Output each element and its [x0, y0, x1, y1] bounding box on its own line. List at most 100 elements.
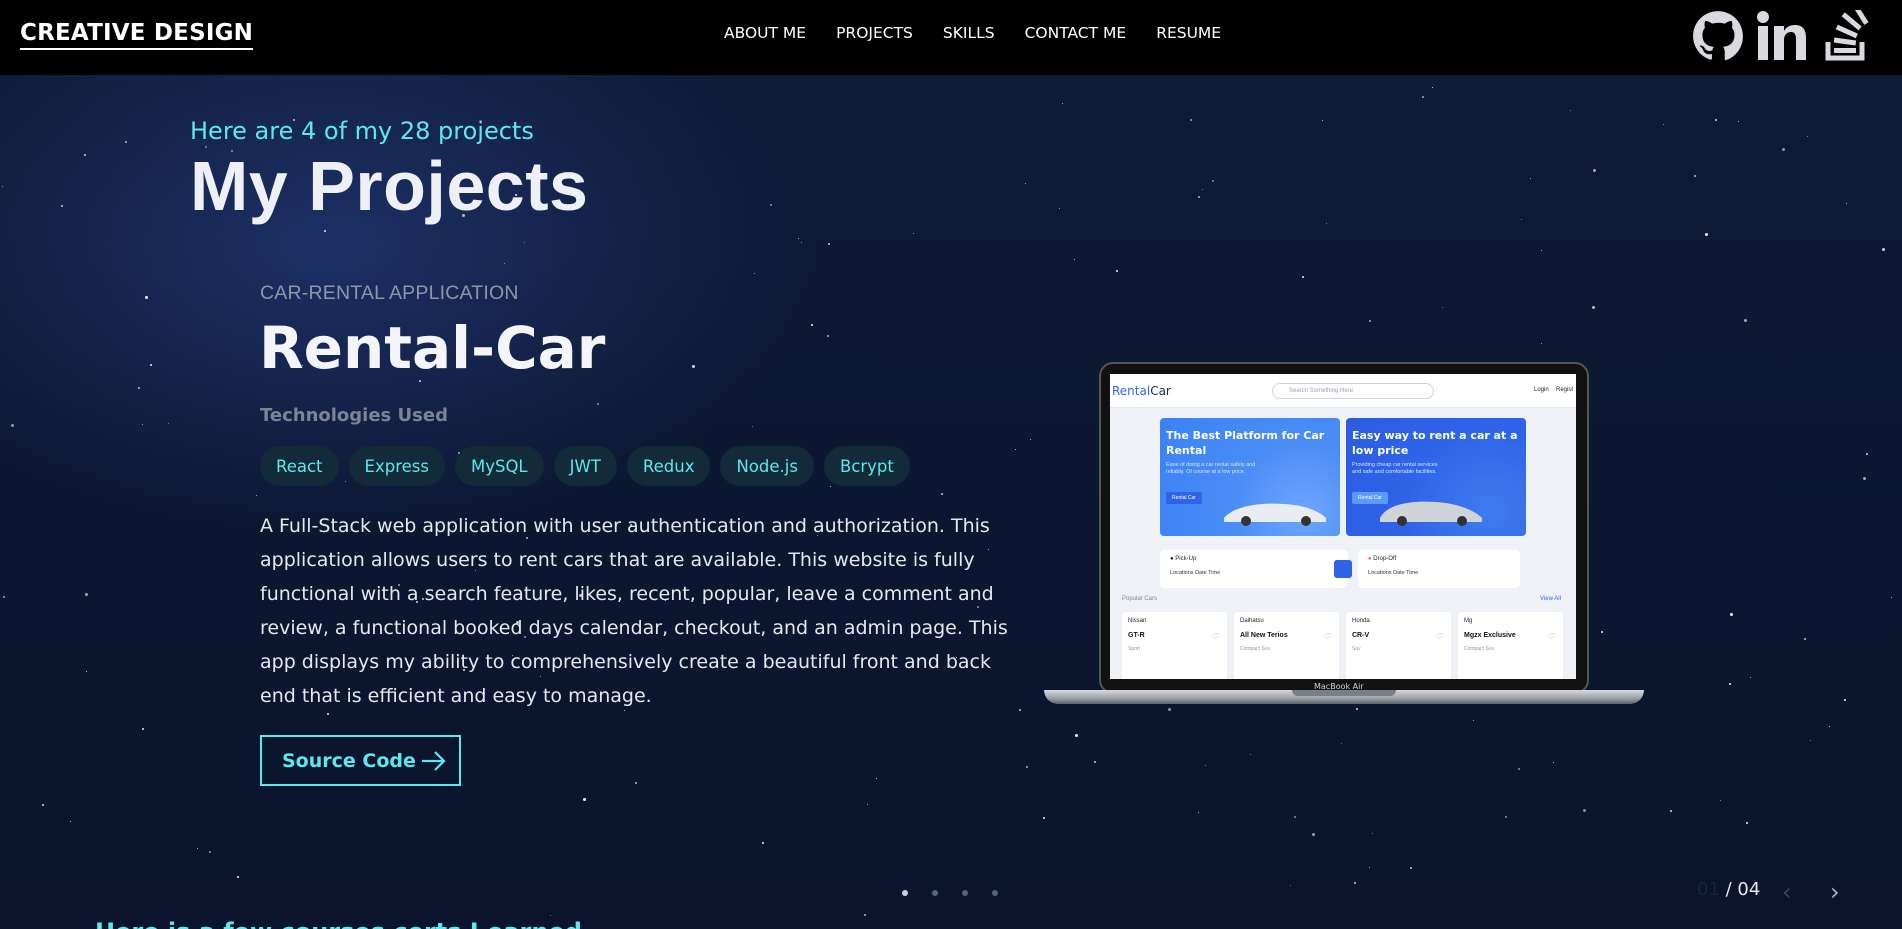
- page-title: My Projects: [190, 147, 589, 225]
- star: [1094, 761, 1096, 763]
- star: [42, 804, 44, 806]
- stack-overflow-icon[interactable]: [1824, 10, 1870, 62]
- star: [1030, 439, 1032, 441]
- star: [1530, 178, 1532, 180]
- star: [827, 335, 829, 337]
- star: [142, 728, 144, 730]
- star: [86, 671, 88, 673]
- star: [85, 593, 88, 596]
- slide-dot-1[interactable]: [902, 890, 908, 896]
- star: [1846, 203, 1848, 205]
- star: [1059, 208, 1061, 210]
- star: [1198, 812, 1200, 814]
- star: [828, 243, 830, 245]
- star: [1882, 248, 1885, 251]
- star: [1026, 766, 1028, 768]
- star: [1250, 754, 1252, 756]
- github-icon[interactable]: [1692, 10, 1744, 62]
- star: [84, 154, 86, 156]
- star: [811, 324, 813, 326]
- main-menu: ABOUT ME PROJECTS SKILLS CONTACT ME RESU…: [724, 24, 1251, 42]
- source-code-button[interactable]: Source Code: [260, 735, 461, 786]
- star: [1432, 87, 1434, 89]
- preview-header: RentalCar Search Something Here Login Re…: [1110, 374, 1576, 408]
- linkedin-icon[interactable]: [1756, 10, 1810, 62]
- tech-tag-jwt: JWT: [553, 446, 617, 486]
- menu-item-about-me[interactable]: ABOUT ME: [724, 24, 806, 42]
- star: [752, 426, 754, 428]
- tech-tag-express: Express: [348, 446, 445, 486]
- star: [830, 486, 832, 488]
- preview-pickup-panel: ● Pick-Up Locations Date Time: [1160, 550, 1348, 588]
- star: [597, 403, 599, 405]
- menu-item-contact-me[interactable]: CONTACT ME: [1025, 24, 1127, 42]
- preview-popular-label: Popular Cars: [1122, 596, 1158, 602]
- star: [1720, 800, 1722, 802]
- star: [1663, 124, 1665, 126]
- star: [1782, 148, 1785, 151]
- star: [1570, 110, 1572, 112]
- star: [1670, 810, 1672, 812]
- star: [142, 424, 144, 426]
- star: [70, 821, 72, 823]
- star: [913, 233, 915, 235]
- star: [1302, 276, 1304, 278]
- star: [1750, 677, 1752, 679]
- star: [3, 596, 5, 598]
- star: [941, 493, 943, 495]
- menu-item-resume[interactable]: RESUME: [1156, 24, 1221, 42]
- star: [1369, 867, 1371, 869]
- star: [1341, 743, 1343, 745]
- star: [770, 204, 772, 206]
- star: [138, 387, 140, 389]
- tech-tag-redux: Redux: [626, 446, 711, 486]
- menu-item-skills[interactable]: SKILLS: [943, 24, 995, 42]
- star: [1356, 708, 1358, 710]
- star: [864, 914, 866, 916]
- star: [1410, 867, 1412, 869]
- slide-dot-3[interactable]: [962, 890, 968, 896]
- preview-view-all: View All: [1540, 596, 1561, 602]
- slide-dot-4[interactable]: [992, 890, 998, 896]
- star: [1729, 683, 1731, 685]
- star: [61, 205, 63, 207]
- star: [1043, 817, 1045, 819]
- star: [524, 242, 526, 244]
- slide-counter: 01 / 04: [1697, 879, 1760, 900]
- tech-tag-react: React: [260, 446, 339, 486]
- star: [1354, 882, 1356, 884]
- star: [1205, 765, 1207, 767]
- star: [1694, 175, 1696, 177]
- next-slide-button[interactable]: ›: [1830, 878, 1840, 906]
- star: [798, 238, 800, 240]
- tech-tag-mysql: MySQL: [454, 446, 544, 486]
- star: [1715, 119, 1717, 121]
- star: [1518, 768, 1520, 770]
- technologies-label: Technologies Used: [260, 405, 448, 426]
- slide-dot-2[interactable]: [932, 890, 938, 896]
- star: [1473, 720, 1475, 722]
- laptop-model-label: MacBook Air: [1314, 682, 1364, 691]
- star: [1312, 833, 1315, 836]
- star: [145, 296, 148, 299]
- star: [1372, 833, 1374, 835]
- star: [1025, 183, 1027, 185]
- star: [1442, 307, 1444, 309]
- preview-banner-1: The Best Platform for Car Rental Ease of…: [1160, 418, 1340, 536]
- star: [1593, 169, 1596, 172]
- project-description: A Full-Stack web application with user a…: [260, 515, 1008, 707]
- brand-logo[interactable]: CREATIVE DESIGN: [20, 20, 254, 50]
- star: [1075, 734, 1078, 737]
- star: [11, 424, 14, 427]
- menu-item-projects[interactable]: PROJECTS: [836, 24, 913, 42]
- tech-tag-bcrypt: Bcrypt: [823, 446, 910, 486]
- tech-tag-nodejs: Node.js: [720, 446, 814, 486]
- source-code-label: Source Code: [282, 749, 416, 772]
- star: [237, 876, 239, 878]
- star: [1746, 822, 1748, 824]
- star: [1190, 119, 1192, 121]
- star: [1541, 250, 1543, 252]
- preview-banner-2: Easy way to rent a car at a low price Pr…: [1346, 418, 1526, 536]
- prev-slide-button[interactable]: ‹: [1782, 878, 1792, 906]
- project-category: CAR-RENTAL APPLICATION: [260, 282, 519, 304]
